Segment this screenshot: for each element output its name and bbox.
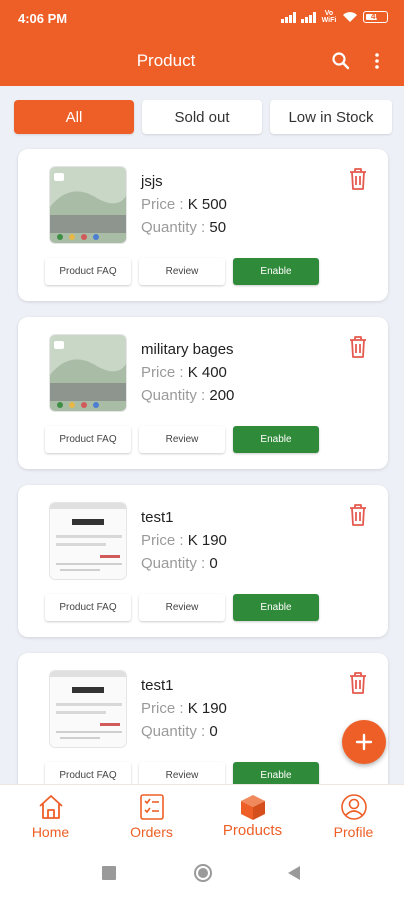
product-card[interactable]: military bages Price : K 400 Quantity : … (18, 317, 388, 469)
quantity-label: Quantity : (141, 555, 206, 572)
product-faq-button[interactable]: Product FAQ (45, 594, 131, 621)
product-quantity: Quantity : 200 (141, 387, 234, 404)
review-button[interactable]: Review (139, 594, 225, 621)
status-time: 4:06 PM (18, 11, 68, 26)
search-icon[interactable] (331, 51, 351, 71)
quantity-label: Quantity : (141, 219, 206, 236)
product-price: Price : K 190 (141, 532, 227, 549)
nav-home[interactable]: Home (0, 785, 101, 847)
price-value: K 400 (187, 364, 227, 381)
status-bar: 4:06 PM Vo WiFi 40 (0, 0, 404, 36)
quantity-value: 0 (209, 723, 218, 740)
nav-profile-label: Profile (333, 824, 374, 840)
product-quantity: Quantity : 50 (141, 219, 226, 236)
signal-icon-2 (301, 11, 316, 23)
enable-button[interactable]: Enable (233, 594, 319, 621)
product-price: Price : K 500 (141, 196, 227, 213)
enable-button[interactable]: Enable (233, 258, 319, 285)
review-button[interactable]: Review (139, 258, 225, 285)
add-product-button[interactable] (342, 720, 386, 764)
quantity-label: Quantity : (141, 387, 206, 404)
nav-products[interactable]: Products (202, 785, 303, 847)
product-card[interactable]: test1 Price : K 190 Quantity : 0 Product… (18, 653, 388, 784)
wifi-icon (343, 12, 357, 22)
home-icon (39, 795, 63, 819)
delete-icon[interactable] (348, 503, 368, 527)
products-box-icon (241, 795, 265, 820)
battery-level: 40 (371, 12, 380, 21)
system-navigation-bar (0, 846, 404, 900)
product-thumbnail (49, 166, 127, 244)
delete-icon[interactable] (348, 335, 368, 359)
product-price: Price : K 190 (141, 700, 227, 717)
product-name: military bages (141, 341, 234, 358)
recents-icon[interactable] (102, 866, 116, 880)
product-faq-button[interactable]: Product FAQ (45, 258, 131, 285)
nav-home-label: Home (31, 824, 70, 840)
quantity-label: Quantity : (141, 723, 206, 740)
product-quantity: Quantity : 0 (141, 723, 218, 740)
price-value: K 190 (187, 532, 227, 549)
price-value: K 500 (187, 196, 227, 213)
quantity-value: 50 (209, 219, 227, 236)
price-label: Price : (141, 532, 184, 549)
nav-orders-label: Orders (130, 824, 173, 840)
filter-all[interactable]: All (14, 100, 134, 134)
orders-icon (140, 794, 164, 820)
battery-icon: 40 (363, 11, 388, 23)
vowifi-label: Vo WiFi (321, 10, 337, 24)
status-icons: Vo WiFi 40 (281, 10, 388, 24)
nav-products-label: Products (222, 822, 283, 839)
price-label: Price : (141, 196, 184, 213)
product-faq-button[interactable]: Product FAQ (45, 426, 131, 453)
app-bar: Product (0, 36, 404, 86)
quantity-value: 200 (209, 387, 235, 404)
profile-icon (341, 794, 367, 820)
product-thumbnail (49, 502, 127, 580)
page-title: Product (136, 51, 196, 70)
delete-icon[interactable] (348, 167, 368, 191)
enable-button[interactable]: Enable (233, 426, 319, 453)
nav-profile[interactable]: Profile (303, 785, 404, 847)
price-value: K 190 (187, 700, 227, 717)
product-name: test1 (141, 677, 174, 694)
bottom-navigation: Home Orders Products Profile (0, 784, 404, 846)
product-name: test1 (141, 509, 174, 526)
product-quantity: Quantity : 0 (141, 555, 218, 572)
delete-icon[interactable] (348, 671, 368, 695)
more-vert-icon[interactable] (369, 51, 385, 71)
product-thumbnail (49, 334, 127, 412)
product-faq-button[interactable]: Product FAQ (45, 762, 131, 784)
review-button[interactable]: Review (139, 762, 225, 784)
product-list-area: All Sold out Low in Stock jsjs Price : K… (0, 86, 404, 784)
nav-orders[interactable]: Orders (101, 785, 202, 847)
back-icon[interactable] (287, 865, 301, 881)
plus-icon (355, 733, 373, 751)
enable-button[interactable]: Enable (233, 762, 319, 784)
signal-icon (281, 11, 296, 23)
price-label: Price : (141, 364, 184, 381)
product-card[interactable]: test1 Price : K 190 Quantity : 0 Product… (18, 485, 388, 637)
filter-sold-out[interactable]: Sold out (142, 100, 262, 134)
price-label: Price : (141, 700, 184, 717)
filter-low-stock[interactable]: Low in Stock (270, 100, 392, 134)
home-button-icon[interactable] (193, 863, 213, 883)
quantity-value: 0 (209, 555, 218, 572)
product-name: jsjs (141, 173, 163, 190)
review-button[interactable]: Review (139, 426, 225, 453)
product-card[interactable]: jsjs Price : K 500 Quantity : 50 Product… (18, 149, 388, 301)
product-thumbnail (49, 670, 127, 748)
product-price: Price : K 400 (141, 364, 227, 381)
filter-tabs: All Sold out Low in Stock (14, 100, 392, 134)
